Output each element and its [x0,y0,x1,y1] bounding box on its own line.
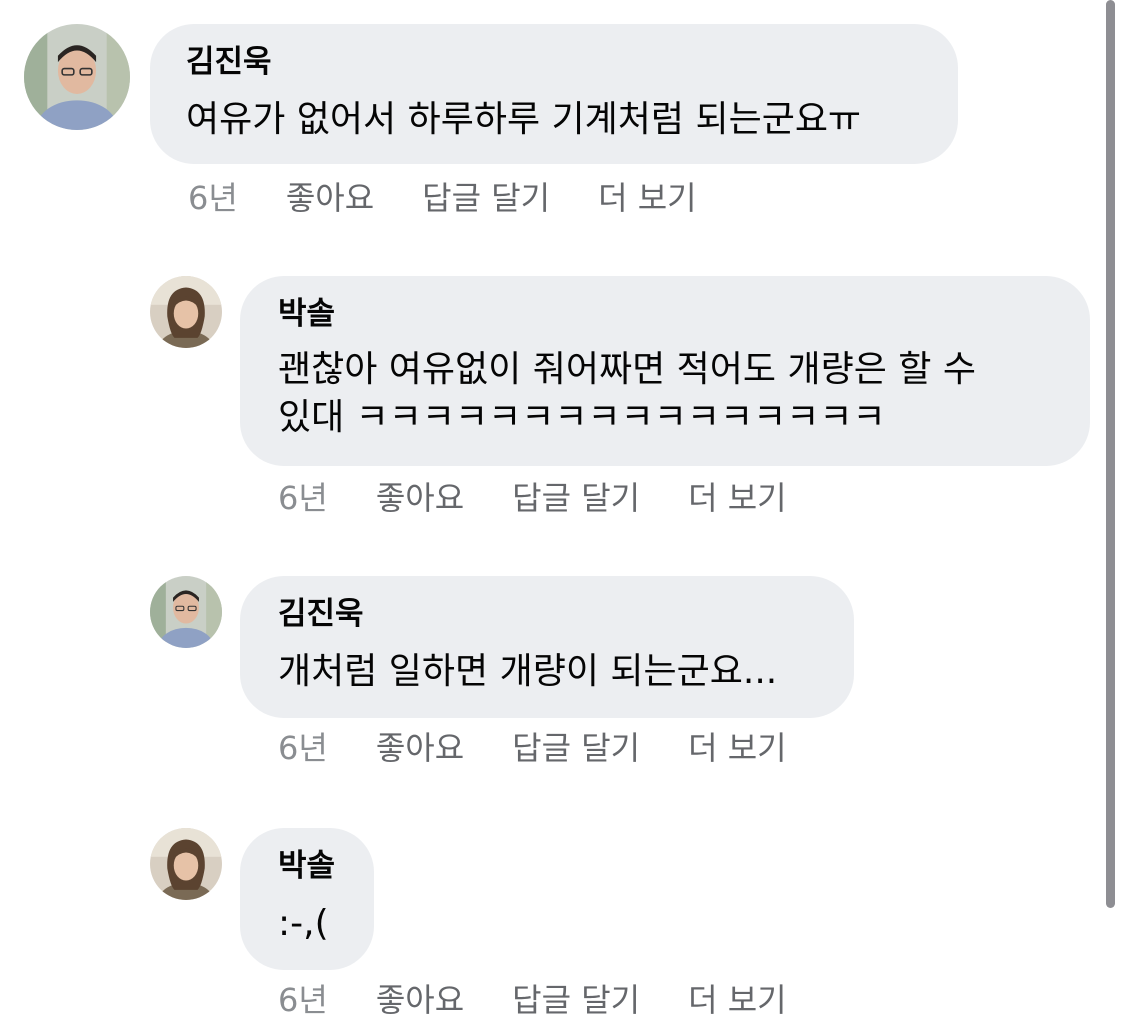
comment-bubble[interactable]: 박솔 괜찮아 여유없이 줘어짜면 적어도 개량은 할 수 있대 ㅋㅋㅋㅋㅋㅋㅋㅋ… [240,276,1090,466]
comment-bubble[interactable]: 김진욱 개처럼 일하면 개량이 되는군요... [240,576,854,718]
comment-text: 괜찮아 여유없이 줘어짜면 적어도 개량은 할 수 있대 ㅋㅋㅋㅋㅋㅋㅋㅋㅋㅋㅋ… [278,349,976,438]
comment-time[interactable]: 6년 [278,478,328,518]
woman-avatar-icon [150,276,222,348]
scrollbar[interactable] [1106,0,1115,908]
comment-actions: 6년 좋아요 답글 달기 더 보기 [278,478,835,518]
avatar[interactable] [150,828,222,900]
reply-button[interactable]: 답글 달기 [512,478,640,518]
avatar[interactable] [24,24,130,130]
comment-text: 개처럼 일하면 개량이 되는군요... [278,651,778,692]
reply-button[interactable]: 답글 달기 [512,728,640,768]
comment-author[interactable]: 박솔 [278,294,1052,334]
man-with-glasses-avatar-icon [150,576,222,648]
comment-author[interactable]: 김진욱 [278,594,816,634]
comment-actions: 6년 좋아요 답글 달기 더 보기 [278,980,835,1020]
comment-bubble[interactable]: 박솔 :-,( [240,828,374,970]
comment-time[interactable]: 6년 [278,980,328,1020]
comment-bubble[interactable]: 김진욱 여유가 없어서 하루하루 기계처럼 되는군요ㅠ [150,24,958,164]
more-button[interactable]: 더 보기 [688,728,787,768]
avatar[interactable] [150,276,222,348]
reply-button[interactable]: 답글 달기 [422,178,550,218]
comment-author[interactable]: 박솔 [278,846,336,886]
comment-time[interactable]: 6년 [188,178,238,218]
avatar[interactable] [150,576,222,648]
comment-text: 여유가 없어서 하루하루 기계처럼 되는군요ㅠ [186,99,862,140]
woman-avatar-icon [150,828,222,900]
comment-actions: 6년 좋아요 답글 달기 더 보기 [278,728,835,768]
comment-text: :-,( [278,903,329,944]
comment-actions: 6년 좋아요 답글 달기 더 보기 [188,178,745,218]
more-button[interactable]: 더 보기 [688,980,787,1020]
more-button[interactable]: 더 보기 [688,478,787,518]
like-button[interactable]: 좋아요 [286,178,374,218]
like-button[interactable]: 좋아요 [376,478,464,518]
man-with-glasses-avatar-icon [24,24,130,130]
reply-button[interactable]: 답글 달기 [512,980,640,1020]
more-button[interactable]: 더 보기 [598,178,697,218]
comment-time[interactable]: 6년 [278,728,328,768]
like-button[interactable]: 좋아요 [376,980,464,1020]
like-button[interactable]: 좋아요 [376,728,464,768]
comment-author[interactable]: 김진욱 [186,42,922,82]
